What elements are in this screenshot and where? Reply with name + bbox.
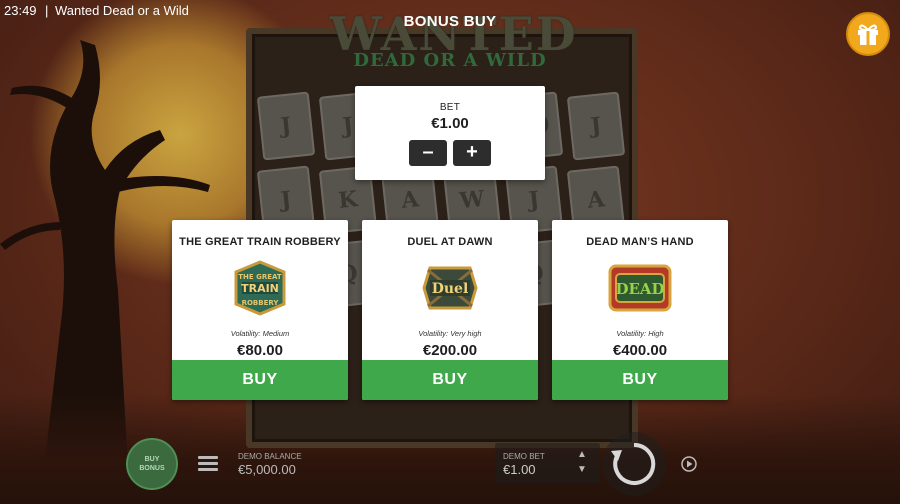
demo-balance-label: DEMO BALANCE: [238, 452, 302, 461]
buy-duel-at-dawn-button[interactable]: BUY: [362, 360, 538, 400]
reel-symbol: J: [256, 91, 316, 161]
svg-text:TRAIN: TRAIN: [241, 282, 279, 295]
spin-icon: [611, 442, 656, 485]
card-volatility: Volatility: High: [616, 329, 664, 338]
card-title: DEAD MAN’S HAND: [586, 236, 694, 248]
buy-dead-mans-hand-button[interactable]: BUY: [552, 360, 728, 400]
gift-icon: [858, 24, 878, 45]
demo-balance-value: €5,000.00: [238, 462, 296, 477]
logo-sub-text: DEAD OR A WILD: [353, 50, 547, 71]
demo-bet-value: €1.00: [503, 462, 536, 477]
card-title: THE GREAT TRAIN ROBBERY: [179, 236, 341, 248]
demo-bet-label: DEMO BET: [503, 452, 545, 461]
spin-button[interactable]: [602, 432, 666, 496]
card-volatility: Volatility: Medium: [230, 329, 290, 338]
card-volatility: Volatility: Very high: [418, 329, 482, 338]
bonus-buy-title: BONUS BUY: [403, 13, 497, 30]
bet-value: €1.00: [431, 115, 469, 132]
demo-bet-box[interactable]: DEMO BET €1.00 ▲ ▼: [495, 443, 600, 483]
buy-bonus-label-2: BONUS: [139, 465, 165, 472]
decrease-bet-button[interactable]: –: [409, 140, 447, 166]
train-badge-icon: THE GREAT TRAIN ROBBERY: [234, 260, 286, 316]
bet-label: BET: [439, 102, 461, 113]
card-price: €200.00: [422, 342, 478, 359]
bet-arrows: ▲ ▼: [577, 447, 587, 477]
bonus-card-duel-at-dawn: DUEL AT DAWN Duel Volatility: Very high …: [362, 220, 538, 400]
bet-up-icon[interactable]: ▲: [577, 447, 587, 462]
card-price: €80.00: [237, 342, 283, 359]
dead-badge-icon: DEAD: [608, 264, 672, 312]
bet-down-icon[interactable]: ▼: [577, 462, 587, 477]
duel-badge-icon: Duel: [422, 266, 478, 310]
buy-train-robbery-button[interactable]: BUY: [172, 360, 348, 400]
bet-stepper: – +: [355, 140, 545, 166]
bet-panel: BET €1.00 – +: [355, 86, 545, 180]
reel-symbol: J: [566, 91, 626, 161]
buy-bonus-button[interactable]: BUY BONUS: [126, 438, 178, 490]
hamburger-menu-icon[interactable]: [198, 456, 218, 472]
autoplay-icon[interactable]: [680, 455, 698, 473]
card-title: DUEL AT DAWN: [407, 236, 493, 248]
buy-bonus-label-1: BUY: [144, 456, 160, 463]
svg-text:ROBBERY: ROBBERY: [242, 299, 280, 307]
increase-bet-button[interactable]: +: [453, 140, 491, 166]
gift-button[interactable]: [846, 12, 890, 56]
card-price: €400.00: [612, 342, 668, 359]
bonus-card-dead-mans-hand: DEAD MAN’S HAND DEAD Volatility: High €4…: [552, 220, 728, 400]
bonus-card-train-robbery: THE GREAT TRAIN ROBBERY THE GREAT TRAIN …: [172, 220, 348, 400]
svg-text:Duel: Duel: [432, 281, 469, 297]
svg-text:DEAD: DEAD: [615, 280, 664, 298]
svg-text:THE GREAT: THE GREAT: [238, 273, 282, 281]
